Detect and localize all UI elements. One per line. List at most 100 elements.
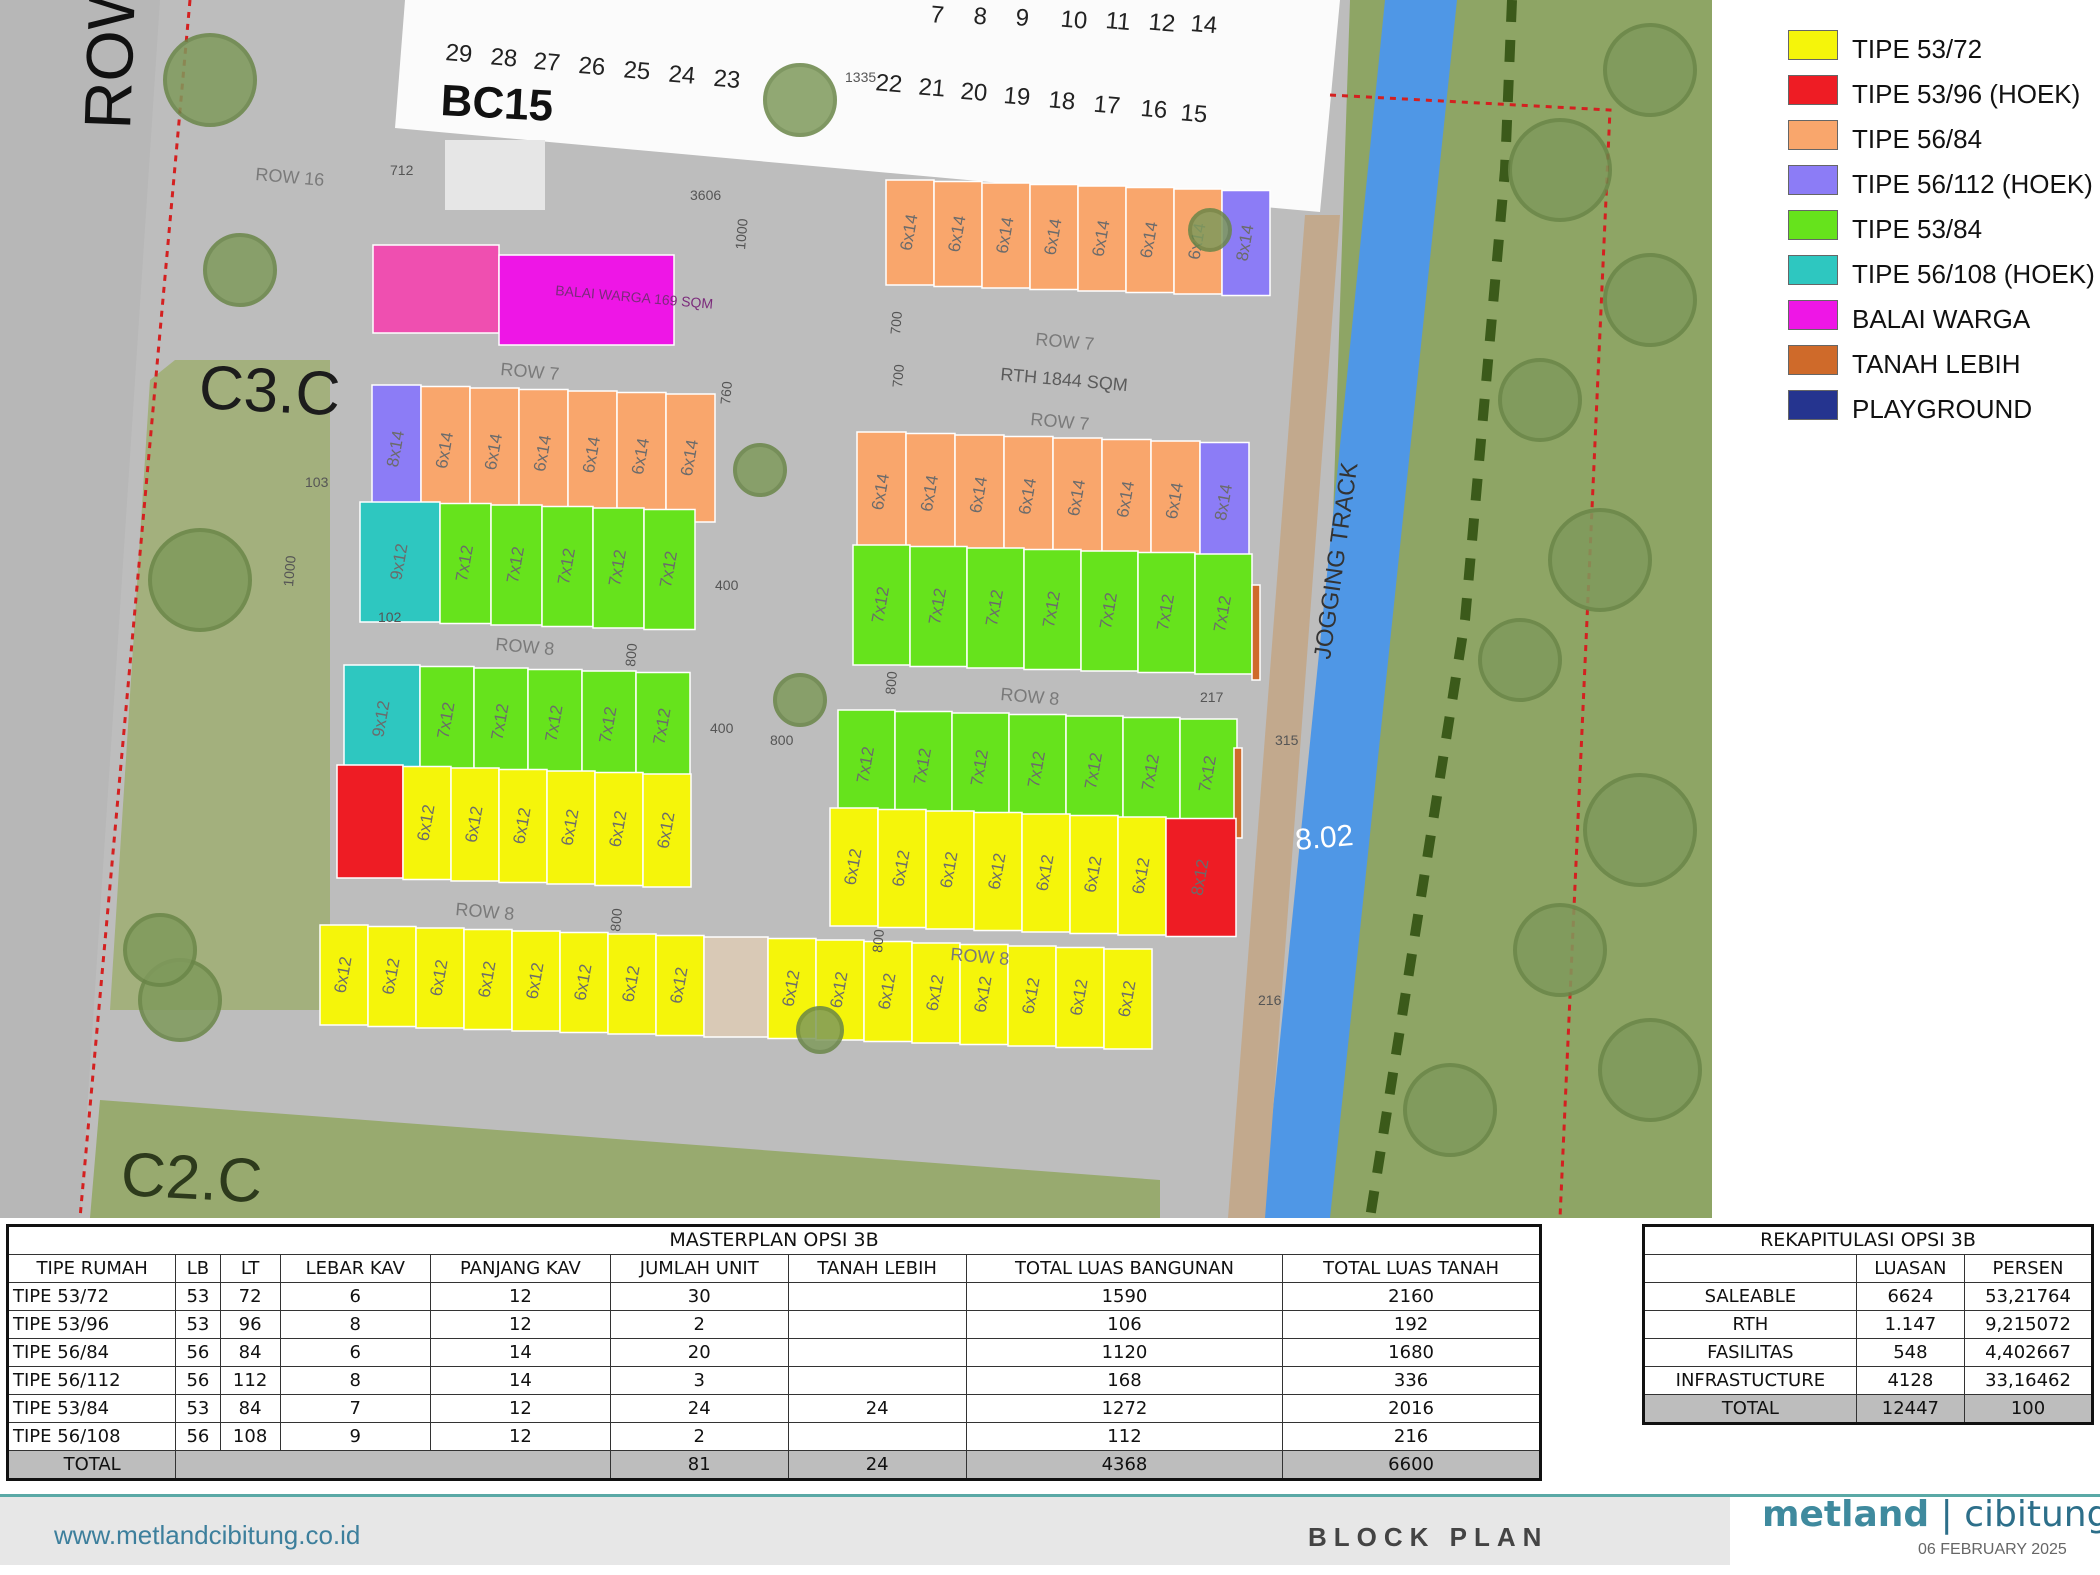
table-cell: TIPE 56/84 <box>6 1338 177 1367</box>
lot: 7x12 <box>894 710 953 823</box>
tree-icon <box>203 233 277 307</box>
site-plan-drawing: 6x146x146x146x146x146x146x148x148x146x14… <box>0 0 1712 1218</box>
lot: 6x12 <box>642 773 692 888</box>
lot: 7x12 <box>1008 713 1067 826</box>
lot-number: 28 <box>489 43 518 72</box>
lot <box>372 244 500 334</box>
tree-icon <box>1603 23 1697 117</box>
lot-number: 18 <box>1047 86 1076 115</box>
tree-icon <box>1583 773 1697 887</box>
table-cell: 1272 <box>965 1394 1284 1423</box>
road-label: ROW <box>70 0 150 130</box>
dimension-label: 1000 <box>732 218 751 251</box>
table-cell: 33,16462 <box>1964 1366 2093 1395</box>
table-row: TIPE 56/108 56 108 9 12 2 112 216 <box>6 1422 1541 1451</box>
lot: 7x12 <box>419 665 475 776</box>
table-cell: 108 <box>219 1422 281 1451</box>
lot: 6x12 <box>1117 816 1167 936</box>
lot: 6x12 <box>511 930 561 1032</box>
lot: 6x14 <box>954 434 1005 556</box>
lot: 6x12 <box>498 768 548 884</box>
rekap-header-cell <box>1643 1254 1857 1283</box>
tree-icon <box>1478 618 1562 702</box>
lot: 7x12 <box>1122 716 1181 829</box>
lot: 6x12 <box>559 931 609 1034</box>
lot-shape <box>1251 584 1261 681</box>
table-cell: 1590 <box>965 1282 1284 1311</box>
dimension-label: 800 <box>882 670 900 695</box>
dimension-label: 800 <box>607 907 625 932</box>
tree-icon <box>148 528 252 632</box>
table-cell: TIPE 53/84 <box>6 1394 177 1423</box>
masterplan-title: MASTERPLAN OPSI 3B <box>7 1225 1541 1255</box>
lot-number: 24 <box>667 61 696 90</box>
masterplan-header-cell: TOTAL LUAS TANAH <box>1282 1254 1541 1283</box>
lot: 6x12 <box>1007 945 1057 1047</box>
lot: 6x14 <box>981 182 1031 289</box>
table-cell: 2160 <box>1282 1282 1541 1311</box>
tree-icon <box>796 1006 844 1054</box>
total-tanah: 6600 <box>1282 1450 1541 1480</box>
table-cell: TIPE 53/96 <box>6 1310 177 1339</box>
table-row: RTH 1.147 9,215072 <box>1643 1310 2093 1339</box>
tree-icon <box>1188 208 1232 252</box>
table-row: TIPE 56/84 56 84 6 14 20 1120 1680 <box>6 1338 1541 1367</box>
lot-number: 20 <box>959 78 988 107</box>
table-cell: 6624 <box>1855 1282 1966 1311</box>
lot: 6x12 <box>607 933 657 1035</box>
lot: 6x12 <box>402 765 452 881</box>
table-cell: 548 <box>1855 1338 1966 1367</box>
legend-swatch <box>1788 75 1838 105</box>
table-cell: 56 <box>175 1338 221 1367</box>
legend-label: TANAH LEBIH <box>1852 349 2021 379</box>
legend-item: TIPE 53/96 (HOEK) <box>1786 75 2096 120</box>
table-cell: 1120 <box>965 1338 1284 1367</box>
tree-icon <box>1508 118 1612 222</box>
table-row: TIPE 56/112 56 112 8 14 3 168 336 <box>6 1366 1541 1395</box>
rekap-total-label: TOTAL <box>1643 1394 1857 1424</box>
legend-label: TIPE 56/108 (HOEK) <box>1852 259 2095 289</box>
table-cell: 2016 <box>1282 1394 1541 1423</box>
masterplan-header-cell: PANJANG KAV <box>429 1254 612 1283</box>
legend-item: TANAH LEBIH <box>1786 345 2096 390</box>
table-row: TIPE 53/72 53 72 6 12 30 1590 2160 <box>6 1282 1541 1311</box>
legend-swatch <box>1788 390 1838 420</box>
table-cell: TIPE 56/112 <box>6 1366 177 1395</box>
table-row: TIPE 53/84 53 84 7 12 24 24 1272 2016 <box>6 1394 1541 1423</box>
table-cell: TIPE 56/108 <box>6 1422 177 1451</box>
lot: 8x14 <box>1221 189 1271 297</box>
lot-shape <box>372 244 500 334</box>
tree-icon <box>1403 1063 1497 1157</box>
rekap-body: SALEABLE 6624 53,21764 RTH 1.147 9,215072 FASI… <box>1643 1282 2093 1395</box>
table-cell: 3 <box>610 1366 789 1395</box>
site-plan-map: 6x146x146x146x146x146x146x148x148x146x14… <box>0 0 1712 1218</box>
lot: 6x14 <box>1052 437 1103 559</box>
table-cell: 84 <box>219 1338 281 1367</box>
total-units: 81 <box>610 1450 789 1480</box>
dimension-label: 800 <box>770 732 794 748</box>
lot: 7x12 <box>1023 548 1082 671</box>
legend-swatch <box>1788 120 1838 150</box>
lot: 6x14 <box>1101 438 1152 561</box>
table-cell: 336 <box>1282 1366 1541 1395</box>
table-cell: 192 <box>1282 1310 1541 1339</box>
legend: TIPE 53/72 TIPE 53/96 (HOEK) TIPE 56/84 TIP… <box>1786 30 2096 435</box>
dimension-label: 216 <box>1258 992 1282 1008</box>
lot: 7x12 <box>581 670 637 780</box>
lot: 6x12 <box>1055 946 1105 1049</box>
document-date: 06 FEBRUARY 2025 <box>1918 1541 2067 1558</box>
lot: 7x12 <box>541 505 594 628</box>
lot: 9x12 <box>343 664 421 774</box>
tree-icon <box>123 913 197 987</box>
lot: 6x14 <box>933 180 983 288</box>
lot-number: 29 <box>444 39 473 68</box>
table-cell: 9,215072 <box>1964 1310 2093 1339</box>
table-cell: 53 <box>175 1310 221 1339</box>
website-link[interactable]: www.metlandcibitung.co.id <box>54 1520 360 1551</box>
lot: 7x12 <box>473 667 529 777</box>
table-cell: FASILITAS <box>1643 1338 1857 1367</box>
masterplan-header-cell: LT <box>219 1254 281 1283</box>
lot: 6x14 <box>905 432 956 555</box>
lot-number: 17 <box>1092 91 1121 120</box>
lot <box>1251 584 1261 681</box>
